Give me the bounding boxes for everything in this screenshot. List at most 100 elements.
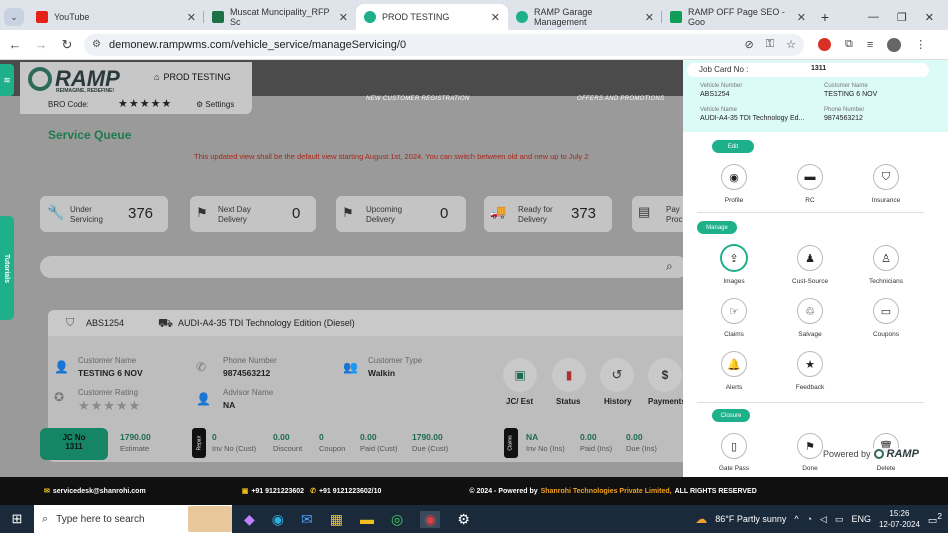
- technicians-button[interactable]: ♙: [873, 245, 899, 271]
- taskbar-search-input[interactable]: ⌕ Type here to search: [34, 505, 232, 533]
- settings-button[interactable]: ⚙ Settings: [196, 100, 234, 109]
- store-icon[interactable]: ▦: [330, 511, 343, 528]
- field-label: Advisor Name: [223, 388, 274, 397]
- copilot-icon[interactable]: ◆: [244, 511, 255, 528]
- notifications-icon[interactable]: ▭2: [928, 511, 942, 526]
- browser-menu-icon[interactable]: ⋮: [915, 38, 926, 51]
- close-icon[interactable]: ✕: [187, 11, 196, 24]
- footer-rights: ALL RIGHTS RESERVED: [674, 487, 757, 495]
- file-explorer-icon[interactable]: ▬: [360, 511, 374, 527]
- brand-block: RAMP REIMAGINE, REDEFINE! ⌂ PROD TESTING…: [20, 62, 252, 114]
- network-icon[interactable]: ◔: [807, 514, 812, 524]
- payments-button[interactable]: $: [648, 358, 682, 392]
- extension-badge-icon[interactable]: [818, 38, 831, 51]
- salvage-label: Salvage: [798, 331, 822, 338]
- home-icon[interactable]: ⌂: [154, 72, 159, 82]
- forward-icon[interactable]: →: [30, 34, 52, 56]
- coupons-button[interactable]: ▭: [873, 298, 899, 324]
- tab-muscat[interactable]: Muscat Muncipality_RFP Sc ✕: [204, 4, 356, 30]
- footer-company[interactable]: Shanrohi Technologies Private Limited,: [541, 488, 672, 495]
- tray-expand-icon[interactable]: ^: [794, 514, 798, 524]
- site-info-icon[interactable]: ⚙: [92, 39, 101, 50]
- stat-label: Delivery: [366, 215, 395, 224]
- close-icon[interactable]: ✕: [645, 11, 654, 24]
- panel-header: Job Card No : 1311 Vehicle Number ABS125…: [683, 60, 948, 132]
- whatsapp-icon[interactable]: ◎: [391, 511, 403, 528]
- mail-icon[interactable]: ✉: [301, 511, 313, 528]
- weather-text[interactable]: 86°F Partly sunny: [715, 514, 786, 524]
- user-icon: 👤: [54, 360, 69, 374]
- stat-card-ready[interactable]: 🚚 Ready for Delivery 373: [484, 196, 612, 232]
- jc-estimate-button[interactable]: ▣: [503, 358, 537, 392]
- tab-youtube[interactable]: YouTube ✕: [28, 4, 204, 30]
- nav-offers-promotions[interactable]: OFFERS AND PROMOTIONS: [577, 96, 664, 108]
- edge-icon[interactable]: ◉: [272, 511, 284, 528]
- alerts-button[interactable]: 🔔: [721, 351, 747, 377]
- done-button[interactable]: ⚑: [797, 433, 823, 459]
- insurance-button[interactable]: ⛉: [873, 164, 899, 190]
- windows-start-icon[interactable]: ⊞: [0, 511, 34, 527]
- tutorials-tab[interactable]: Tutorials: [0, 216, 14, 320]
- rc-button[interactable]: ▬: [797, 164, 823, 190]
- excel-icon: [212, 11, 224, 23]
- tab-ramp-garage[interactable]: RAMP Garage Management ✕: [508, 4, 662, 30]
- whatsapp-icon: ▣: [241, 488, 249, 495]
- repair-label: Paid (Cust): [360, 444, 398, 453]
- close-icon[interactable]: ✕: [491, 11, 500, 24]
- battery-icon[interactable]: ▭: [835, 514, 844, 525]
- restore-icon[interactable]: ❐: [897, 11, 907, 24]
- tab-prod-testing[interactable]: PROD TESTING ✕: [356, 4, 508, 30]
- profile-button[interactable]: ◉: [721, 164, 747, 190]
- field-label: Customer Name: [824, 83, 868, 89]
- feedback-button[interactable]: ★: [797, 351, 823, 377]
- stat-label: Delivery: [218, 215, 247, 224]
- history-button[interactable]: ↺: [600, 358, 634, 392]
- minimize-icon[interactable]: —: [868, 11, 879, 23]
- url-input[interactable]: ⚙ demonew.rampwms.com/vehicle_service/ma…: [84, 33, 804, 56]
- customer-type: Walkin: [368, 368, 396, 378]
- vehicle-card[interactable]: ⛉ ABS1254 ⛟ AUDI-A4-35 TDI Technology Ed…: [40, 310, 708, 462]
- reading-list-icon[interactable]: ≡: [867, 39, 873, 51]
- volume-icon[interactable]: ◁: [820, 514, 827, 525]
- stat-card-upcoming[interactable]: ⚑ Upcoming Delivery 0: [336, 196, 466, 232]
- chrome-icon[interactable]: ◉: [420, 510, 441, 528]
- claims-button[interactable]: ☞: [721, 298, 747, 324]
- repair-value: 0: [319, 432, 324, 442]
- search-icon[interactable]: ⌕: [666, 259, 673, 274]
- repair-value: 0: [212, 432, 217, 442]
- tab-search-button[interactable]: ⌄: [4, 8, 24, 26]
- status-button[interactable]: ▮: [552, 358, 586, 392]
- clock[interactable]: 15:26 12-07-2024: [879, 508, 920, 530]
- stat-card-next-day[interactable]: ⚑ Next Day Delivery 0: [190, 196, 316, 232]
- extensions-icon[interactable]: ⧉: [845, 38, 853, 51]
- reload-icon[interactable]: ↻: [56, 34, 78, 56]
- search-input[interactable]: [40, 256, 688, 278]
- bookmark-star-icon[interactable]: ☆: [786, 38, 796, 51]
- gate-pass-button[interactable]: ▯: [721, 433, 747, 459]
- stat-card-under-servicing[interactable]: 🔧 Under Servicing 376: [40, 196, 168, 232]
- language-indicator[interactable]: ENG: [851, 514, 871, 524]
- key-icon[interactable]: ⚿: [766, 38, 774, 51]
- back-icon[interactable]: ←: [4, 34, 26, 56]
- eye-off-icon[interactable]: ⊘: [745, 38, 754, 51]
- tab-seo[interactable]: RAMP OFF Page SEO - Goo ✕: [662, 4, 814, 30]
- sidebar-toggle-icon[interactable]: ≋: [0, 64, 14, 96]
- nav-new-customer-registration[interactable]: NEW CUSTOMER REGISTRATION: [366, 96, 470, 108]
- footer-email[interactable]: servicedesk@shanrohi.com: [53, 488, 146, 495]
- footer-phone[interactable]: +91 9121223602/10: [319, 488, 381, 495]
- email-icon: ✉: [44, 488, 50, 495]
- new-tab-icon[interactable]: +: [814, 4, 836, 30]
- close-icon[interactable]: ✕: [797, 11, 806, 24]
- done-label: Done: [802, 465, 818, 472]
- close-window-icon[interactable]: ✕: [925, 11, 934, 24]
- estimate-value: 1790.00: [120, 432, 151, 442]
- car-icon: ⛟: [158, 316, 174, 330]
- settings-gear-icon[interactable]: ⚙: [457, 511, 470, 528]
- images-button[interactable]: ⇪: [721, 245, 747, 271]
- salvage-button[interactable]: ♲: [797, 298, 823, 324]
- cust-source-button[interactable]: ♟: [797, 245, 823, 271]
- jc-number-badge[interactable]: JC No 1311: [40, 428, 108, 460]
- close-icon[interactable]: ✕: [339, 11, 348, 24]
- footer-whatsapp[interactable]: +91 9121223602: [251, 488, 304, 495]
- profile-avatar[interactable]: [887, 37, 902, 52]
